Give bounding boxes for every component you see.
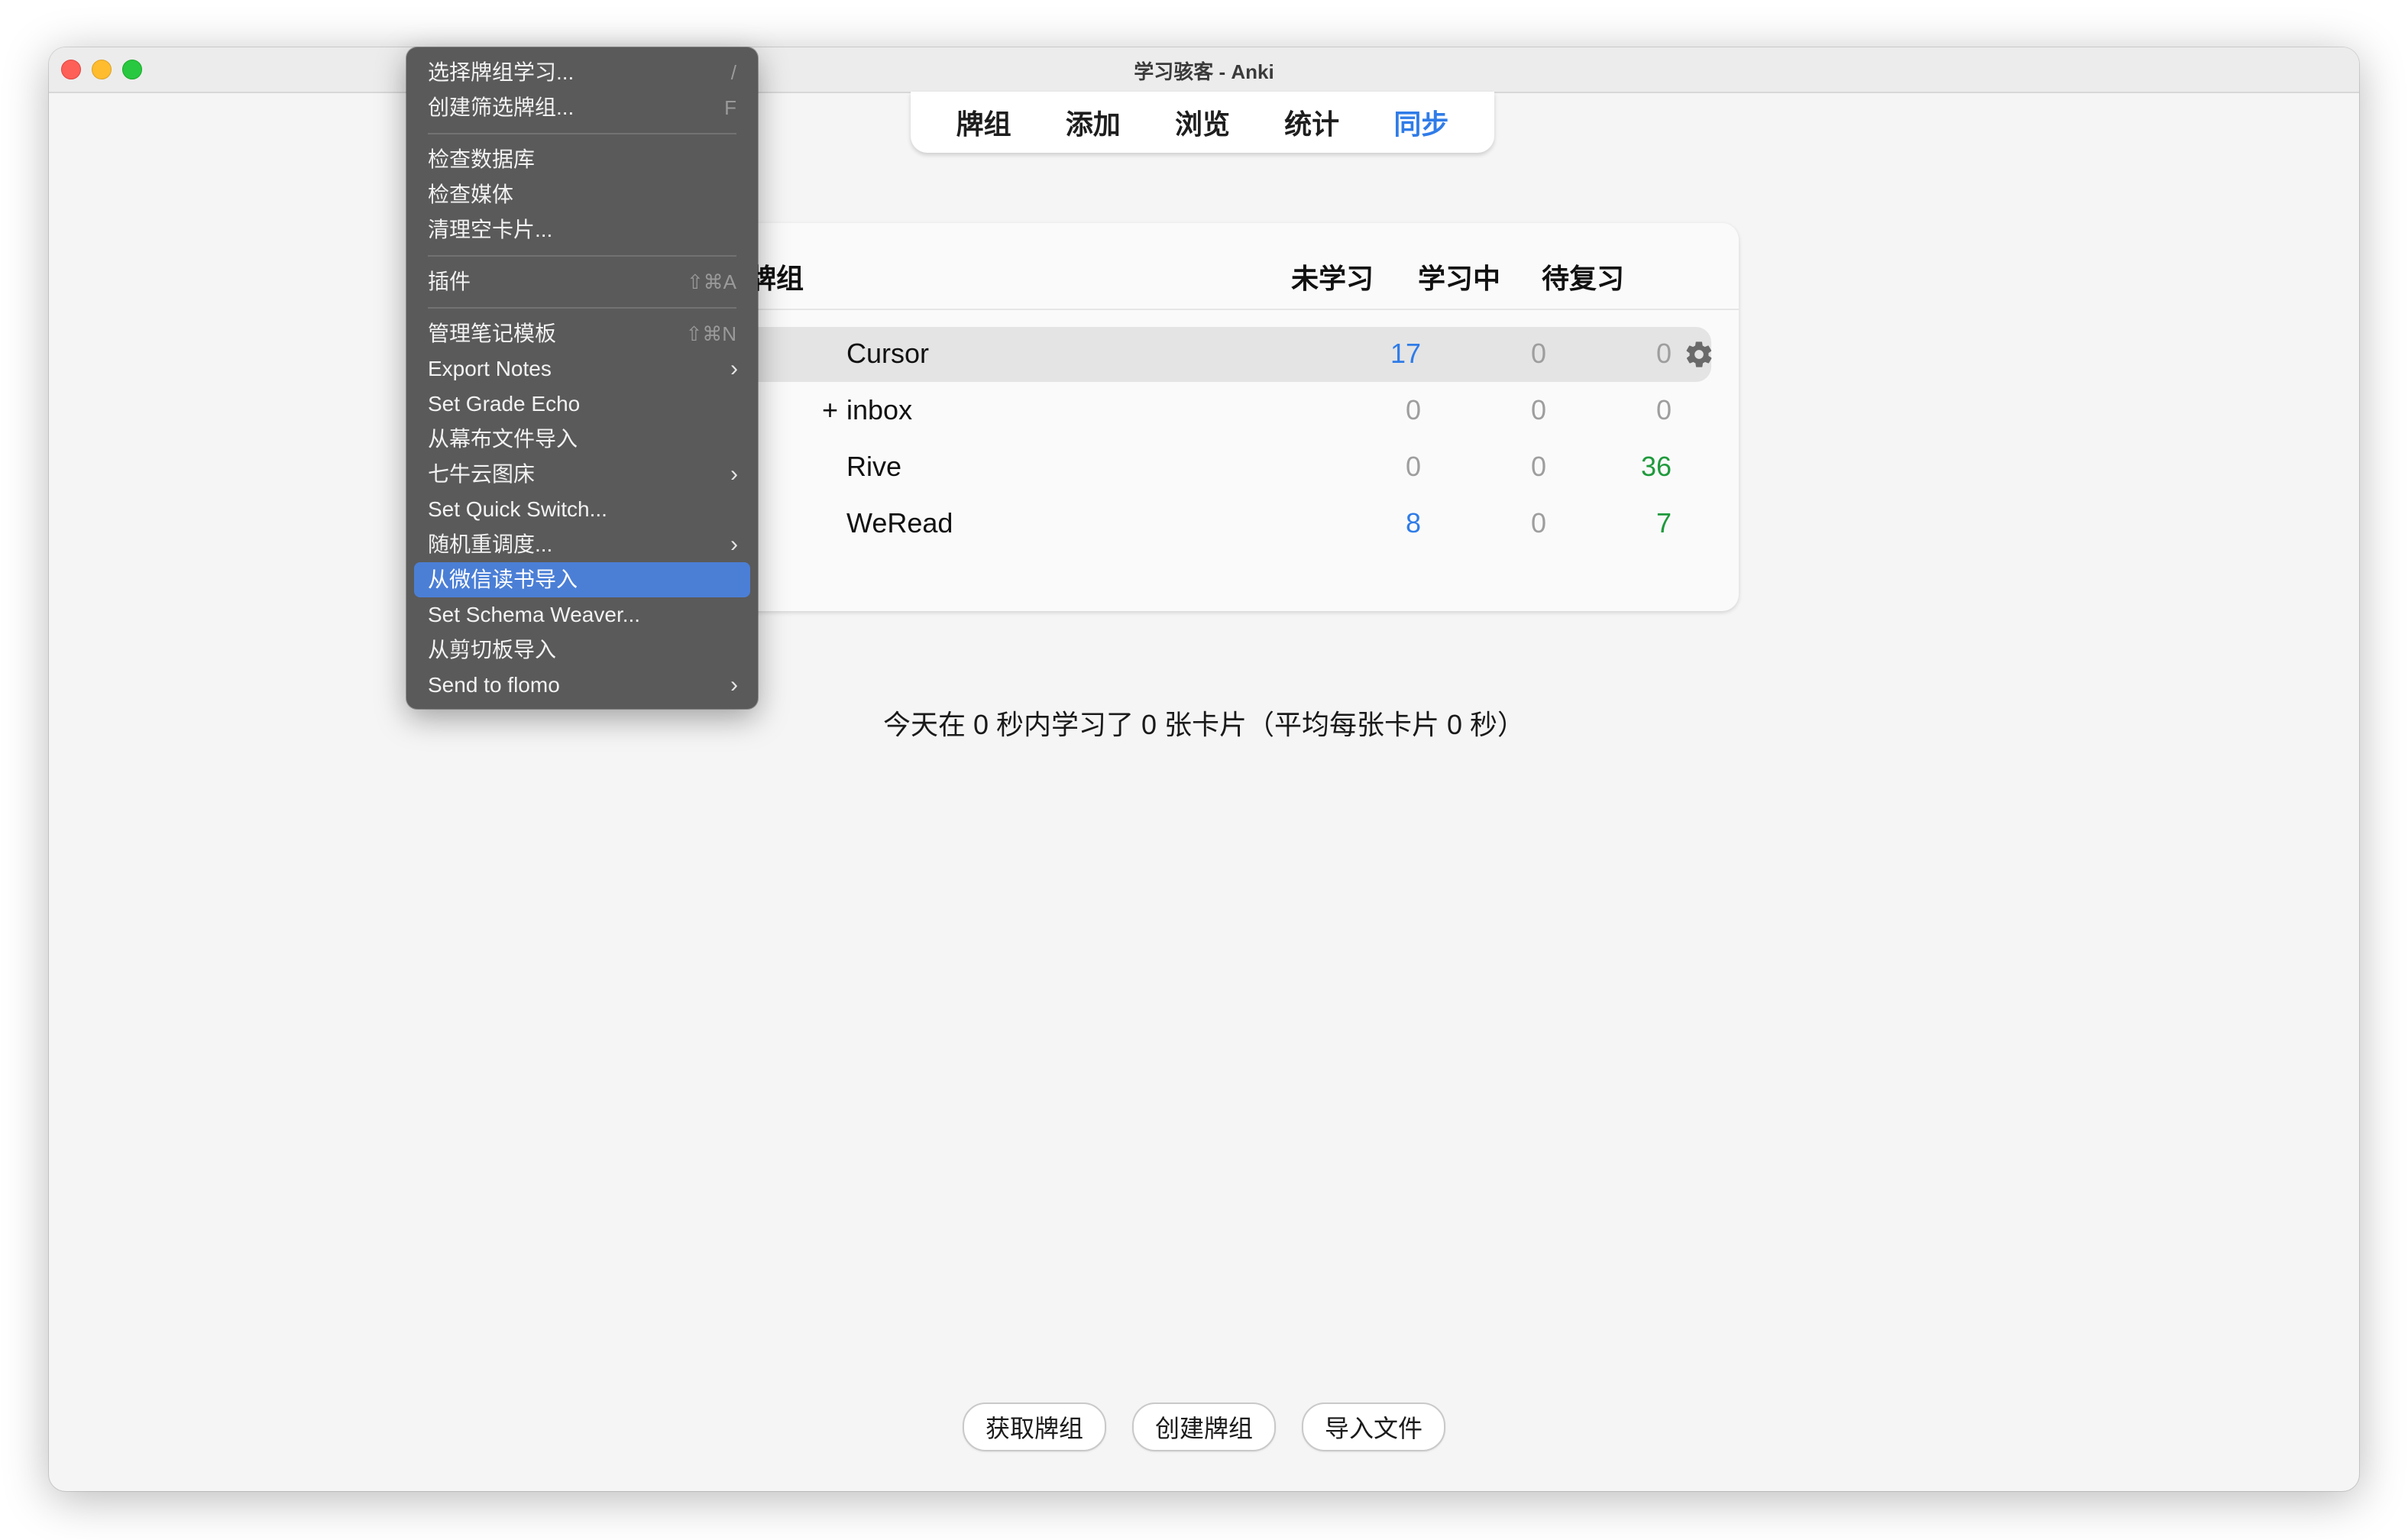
toolbar-stats[interactable]: 统计: [1284, 102, 1339, 142]
toolbar-decks[interactable]: 牌组: [956, 102, 1011, 142]
deck-learning-count: 0: [1530, 451, 1546, 482]
menu-item-label: 创建筛选牌组...: [428, 95, 574, 119]
menu-item-shortcut: ⇧⌘A: [686, 270, 736, 293]
menu-item-qiniu-image-host[interactable]: 七牛云图床 ›: [414, 457, 750, 492]
deck-name[interactable]: WeRead: [846, 507, 953, 539]
toolbar-add[interactable]: 添加: [1066, 102, 1121, 142]
gear-icon[interactable]: [1684, 339, 1714, 370]
deck-learning-count: 0: [1530, 507, 1546, 539]
menu-item-set-schema-weaver[interactable]: Set Schema Weaver...: [414, 597, 750, 632]
menu-item-label: 从微信读书导入: [428, 568, 578, 591]
toolbar-browse[interactable]: 浏览: [1175, 102, 1230, 142]
title-bar[interactable]: 学习骇客 - Anki: [49, 47, 2359, 93]
menu-item-shortcut: /: [730, 61, 736, 84]
menu-item-set-quick-switch[interactable]: Set Quick Switch...: [414, 492, 750, 527]
menu-item-label: 从幕布文件导入: [428, 427, 578, 451]
toolbar-sync[interactable]: 同步: [1393, 102, 1448, 142]
menu-item-study-deck[interactable]: 选择牌组学习... /: [414, 55, 750, 90]
deck-due-count: 36: [1640, 451, 1672, 482]
menu-item-label: 七牛云图床: [428, 462, 536, 486]
deck-name[interactable]: Cursor: [846, 338, 929, 370]
menu-item-label: 检查媒体: [428, 183, 514, 206]
deck-name[interactable]: inbox: [846, 394, 912, 426]
menu-item-label: 从剪切板导入: [428, 638, 557, 662]
menu-item-label: 管理笔记模板: [428, 322, 557, 345]
column-header-new: 未学习: [1291, 263, 1374, 294]
menu-item-check-database[interactable]: 检查数据库: [414, 142, 750, 177]
deck-due-count: 0: [1656, 338, 1672, 369]
menu-item-export-notes[interactable]: Export Notes ›: [414, 351, 750, 387]
chevron-right-icon: ›: [730, 356, 738, 381]
menu-item-create-filtered-deck[interactable]: 创建筛选牌组... F: [414, 90, 750, 125]
menu-item-shortcut: ⇧⌘N: [685, 322, 736, 345]
deck-row-weread[interactable]: WeRead 8 0 7: [596, 497, 1711, 552]
create-deck-button[interactable]: 创建牌组: [1131, 1402, 1276, 1451]
column-header-due: 待复习: [1542, 263, 1625, 294]
menu-item-label: Set Grade Echo: [428, 392, 581, 416]
deck-new-count: 0: [1405, 394, 1421, 425]
menu-item-check-media[interactable]: 检查媒体: [414, 177, 750, 212]
menu-item-empty-cards[interactable]: 清理空卡片...: [414, 212, 750, 247]
menu-item-shortcut: F: [724, 96, 736, 119]
get-shared-decks-button[interactable]: 获取牌组: [962, 1402, 1106, 1451]
menu-item-label: 插件: [428, 270, 471, 293]
menu-item-label: 选择牌组学习...: [428, 60, 574, 84]
menu-item-label: Set Schema Weaver...: [428, 603, 641, 626]
deck-learning-count: 0: [1530, 338, 1546, 369]
deck-learning-count: 0: [1530, 394, 1546, 425]
menu-item-manage-note-types[interactable]: 管理笔记模板 ⇧⌘N: [414, 316, 750, 351]
menu-item-set-grade-echo[interactable]: Set Grade Echo: [414, 387, 750, 422]
deck-row-inbox[interactable]: + inbox 0 0 0: [596, 383, 1711, 438]
menu-separator: [428, 307, 736, 309]
deck-row-cursor[interactable]: Cursor 17 0 0: [596, 327, 1714, 382]
menu-item-label: Export Notes: [428, 357, 552, 380]
menu-item-label: Set Quick Switch...: [428, 497, 607, 521]
menu-item-send-to-flomo[interactable]: Send to flomo ›: [414, 668, 750, 703]
deck-row-rive[interactable]: Rive 0 0 36: [596, 440, 1711, 495]
deck-due-count: 7: [1656, 507, 1672, 539]
deck-name[interactable]: Rive: [846, 451, 901, 483]
menu-separator: [428, 255, 736, 257]
deck-due-count: 0: [1656, 394, 1672, 425]
deck-new-count: 0: [1405, 451, 1421, 482]
anki-main-window: 学习骇客 - Anki 牌组 添加 浏览 统计 同步 牌组 未学习 学习中 待复…: [49, 47, 2359, 1491]
chevron-right-icon: ›: [730, 461, 738, 487]
deck-expander[interactable]: +: [822, 394, 838, 426]
window-title: 学习骇客 - Anki: [1134, 60, 1274, 83]
menu-item-label: Send to flomo: [428, 673, 560, 697]
menu-item-addons[interactable]: 插件 ⇧⌘A: [414, 264, 750, 299]
menu-item-label: 检查数据库: [428, 147, 536, 171]
main-toolbar: 牌组 添加 浏览 统计 同步: [911, 92, 1494, 153]
deck-new-count: 17: [1390, 338, 1421, 369]
deck-new-count: 8: [1405, 507, 1421, 539]
tools-menu: 选择牌组学习... / 创建筛选牌组... F 检查数据库 检查媒体 清理空卡片…: [406, 47, 758, 709]
menu-item-random-reschedule[interactable]: 随机重调度... ›: [414, 527, 750, 562]
menu-item-import-mubu[interactable]: 从幕布文件导入: [414, 422, 750, 457]
menu-separator: [428, 133, 736, 134]
menu-item-import-weread[interactable]: 从微信读书导入: [414, 562, 750, 597]
import-file-button[interactable]: 导入文件: [1302, 1402, 1446, 1451]
chevron-right-icon: ›: [730, 672, 738, 697]
column-header-learning: 学习中: [1418, 263, 1501, 294]
menu-item-label: 清理空卡片...: [428, 218, 553, 241]
chevron-right-icon: ›: [730, 532, 738, 557]
bottom-button-bar: 获取牌组 创建牌组 导入文件: [49, 1402, 2359, 1451]
menu-item-import-clipboard[interactable]: 从剪切板导入: [414, 632, 750, 668]
today-stats-text: 今天在 0 秒内学习了 0 张卡片（平均每张卡片 0 秒）: [882, 709, 1526, 740]
menu-item-label: 随机重调度...: [428, 532, 553, 556]
